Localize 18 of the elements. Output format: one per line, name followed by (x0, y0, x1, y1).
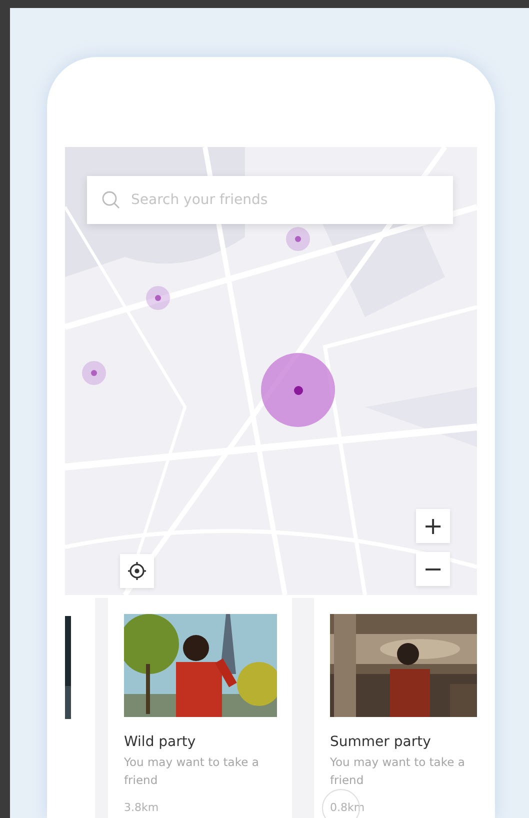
distance-label: 3.8km (124, 801, 159, 814)
distance-label: 0.8km (330, 801, 365, 814)
card-title: Wild party (124, 734, 197, 750)
search-field[interactable]: Search your friends (87, 176, 453, 224)
search-icon (101, 190, 121, 210)
crosshair-icon (128, 562, 146, 580)
friend-marker[interactable] (82, 361, 106, 385)
event-card[interactable]: Summer party You may want to take a friend 0.8km (314, 598, 477, 818)
friend-marker[interactable] (146, 286, 170, 310)
friend-marker[interactable] (286, 227, 310, 251)
event-card[interactable] (65, 598, 95, 818)
card-subtitle: You may want to take a friend (330, 754, 466, 789)
locate-button[interactable] (120, 554, 154, 588)
zoom-in-button[interactable]: + (416, 509, 450, 543)
card-title: Summer party (330, 734, 432, 750)
zoom-out-button[interactable]: − (416, 552, 450, 586)
card-subtitle: You may want to take a friend (124, 754, 260, 789)
event-card[interactable]: Wild party You may want to take a friend 3.8km (108, 598, 292, 818)
